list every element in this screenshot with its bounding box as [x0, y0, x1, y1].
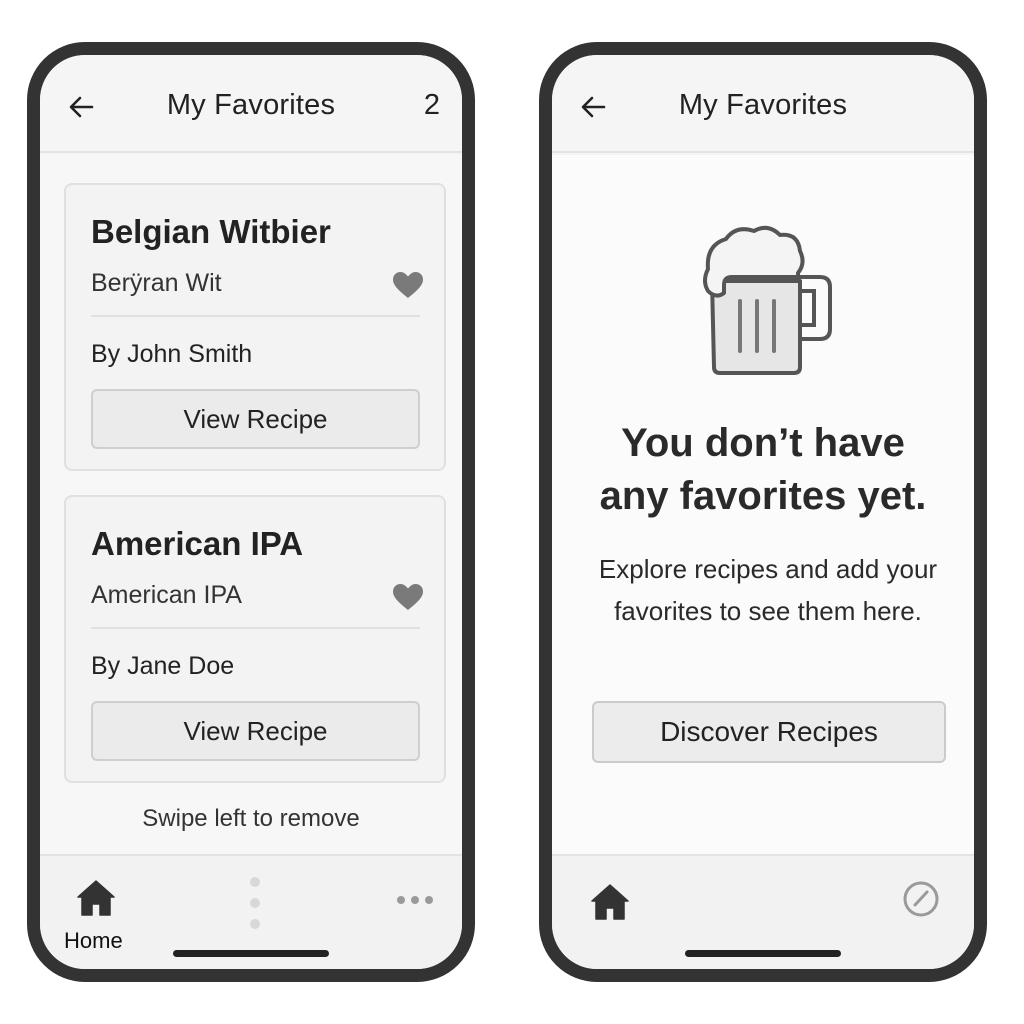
heart-icon[interactable]	[392, 583, 424, 611]
page-title: My Favorites	[166, 89, 336, 121]
divider	[91, 315, 420, 317]
home-icon[interactable]	[76, 878, 116, 918]
empty-title-line: You don’t have	[621, 421, 905, 465]
recipe-name: American IPA	[91, 525, 304, 562]
recipe-style: American IPA	[91, 581, 242, 609]
divider	[91, 627, 420, 629]
discover-recipes-button[interactable]: Discover Recipes	[592, 701, 946, 763]
view-recipe-button[interactable]: View Recipe	[91, 389, 420, 449]
empty-title-line: any favorites yet.	[599, 474, 927, 518]
empty-state: You don’t have any favorites yet. Explor…	[552, 155, 974, 854]
swipe-hint: Swipe left to remove	[142, 805, 360, 832]
phone-favorites-list: My Favorites 2 Belgian Witbier Berÿran W…	[27, 42, 475, 982]
recipe-author: By Jane Doe	[91, 652, 235, 680]
bottom-nav: Home	[40, 854, 462, 969]
header: My Favorites 2	[40, 55, 462, 153]
home-indicator	[685, 950, 841, 957]
empty-state-message: Explore recipes and add your favorites t…	[598, 554, 938, 626]
heart-icon[interactable]	[392, 271, 424, 299]
empty-state-title: You don’t have any favorites yet.	[552, 417, 974, 523]
home-icon[interactable]	[590, 882, 630, 922]
more-horizontal-icon[interactable]	[396, 894, 434, 906]
compass-icon[interactable]	[902, 880, 940, 918]
home-indicator	[173, 950, 329, 957]
phone-empty-favorites: My Favorites You don’t have any favorite…	[539, 42, 987, 982]
favorite-card: American IPA American IPA By Jane Doe Vi…	[64, 495, 446, 783]
bottom-nav	[552, 854, 974, 969]
header: My Favorites	[552, 55, 974, 153]
view-recipe-button[interactable]: View Recipe	[91, 701, 420, 761]
vertical-dots-icon[interactable]	[248, 874, 262, 932]
recipe-author: By John Smith	[91, 340, 253, 368]
recipe-style: Berÿran Wit	[91, 269, 222, 297]
beer-mug-icon	[703, 225, 832, 375]
home-label[interactable]: Home	[64, 928, 123, 954]
favorites-list: Belgian Witbier Berÿran Wit By John Smit…	[40, 155, 462, 854]
favorites-count: 2	[423, 89, 440, 121]
page-title: My Favorites	[678, 89, 848, 121]
recipe-name: Belgian Witbier	[91, 213, 331, 250]
favorite-card: Belgian Witbier Berÿran Wit By John Smit…	[64, 183, 446, 471]
